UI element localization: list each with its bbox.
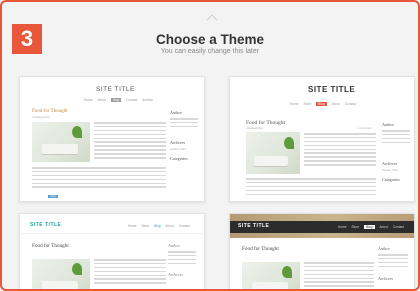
site-title: SITE TITLE [308,85,356,94]
nav-item: About [331,102,340,106]
theme-nav: Home Store Blog About Contact [290,102,356,106]
theme-chooser-dialog: Choose a Theme You can easily change thi… [0,0,420,291]
theme-nav: Home Store Blog About Contact [128,224,190,228]
post-text [246,178,376,197]
post-meta: Uncategorized [246,127,263,130]
nav-item: Blog [154,224,161,228]
nav-item: Contact [126,98,138,102]
nav-item: Archive [142,98,153,102]
post-image [242,262,300,289]
nav-item: Store [351,225,360,229]
theme-card-3[interactable]: SITE TITLE Home Store Blog About Contact… [19,213,205,289]
nav-item: Contact [344,102,356,106]
archive-item: October 2013 [382,169,398,172]
post-image [32,259,90,289]
nav-item: Home [338,225,347,229]
post-title: Food for Thought [32,243,69,249]
nav-item: Contact [392,225,404,229]
sidebar-heading: Author [170,110,182,115]
nav-item: Blog [364,225,375,229]
nav-item: Home [84,98,93,102]
theme-card-4[interactable]: SITE TITLE Home Store Blog About Contact… [229,213,415,289]
nav-item: About [379,225,388,229]
post-title: Food for Thought [246,120,286,126]
nav-item: Contact [178,224,190,228]
archive-item: October 2013 [170,148,186,151]
post-title: Food for Thought [32,109,68,114]
nav-item: Blog [110,98,122,102]
dialog-header: Choose a Theme You can easily change thi… [2,2,418,72]
sidebar-heading: Author [382,122,394,127]
sidebar-heading: Archives [378,276,394,281]
post-text [94,122,166,161]
read-more-button: more [48,195,58,198]
theme-nav: Home Store Blog About Contact [338,225,404,229]
sidebar-text [378,254,408,270]
sidebar-heading: Categories [382,177,400,182]
site-title: SITE TITLE [238,223,270,229]
theme-card-1[interactable]: SITE TITLE Home About Blog Contact Archi… [19,76,205,202]
sidebar-heading: Archives [170,140,186,145]
sidebar-heading: Archives [382,161,398,166]
sidebar-text [170,118,198,130]
post-image [32,122,90,162]
sidebar-heading: Archives [168,272,184,277]
post-title: Food for Thought [242,246,279,252]
post-text [304,262,374,289]
sidebar-heading: Author [378,246,390,251]
nav-item: Blog [316,102,327,106]
nav-item: About [165,224,174,228]
theme-nav: Home About Blog Contact Archive [84,98,153,102]
sidebar-heading: Author [168,243,180,248]
nav-item: About [97,98,106,102]
theme-card-2[interactable]: SITE TITLE Home Store Blog About Contact… [229,76,415,202]
sidebar-text [168,251,196,267]
dialog-subtitle: You can easily change this later [160,48,260,55]
chevron-up-icon[interactable] [206,14,218,26]
nav-item: Home [128,224,137,228]
nav-item: Store [303,102,312,106]
site-title: SITE TITLE [96,86,135,93]
nav-item: Store [141,224,150,228]
step-number-badge: 3 [12,24,42,54]
sidebar-text [382,130,410,146]
post-text [304,133,376,168]
sidebar-heading: Categories [170,156,188,161]
nav-item: Home [290,102,299,106]
post-meta: Uncategorized [32,116,49,119]
post-image [246,132,300,174]
comment-count: 1 Comment [358,127,372,130]
post-text [32,167,166,190]
post-text [94,259,166,286]
site-title: SITE TITLE [30,222,62,228]
dialog-title: Choose a Theme [155,32,265,47]
